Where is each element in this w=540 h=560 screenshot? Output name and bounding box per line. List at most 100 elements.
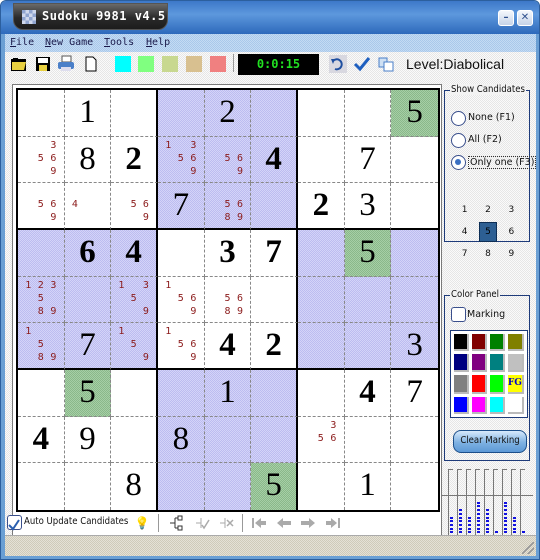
- next-icon[interactable]: [300, 515, 316, 531]
- sudoku-cell[interactable]: 569: [18, 183, 65, 230]
- highlight-red-button[interactable]: [210, 56, 226, 72]
- candidate-digit-6[interactable]: 6: [500, 221, 523, 243]
- sudoku-cell[interactable]: [204, 416, 252, 464]
- sudoku-cell[interactable]: 7: [391, 370, 438, 417]
- print-icon[interactable]: [57, 55, 75, 73]
- candidate-digit-5[interactable]: 5: [479, 222, 497, 242]
- candidate-digit-8[interactable]: 8: [476, 243, 499, 265]
- menu-file[interactable]: File: [10, 37, 34, 48]
- color-swatch[interactable]: [454, 334, 469, 352]
- sudoku-cell[interactable]: [298, 136, 345, 184]
- first-icon[interactable]: [251, 515, 267, 531]
- sudoku-cell[interactable]: 1569: [158, 276, 205, 324]
- sudoku-cell[interactable]: 356: [298, 416, 345, 464]
- color-swatch[interactable]: [454, 374, 469, 394]
- sudoku-cell[interactable]: [298, 323, 345, 370]
- sudoku-cell[interactable]: 1: [344, 463, 392, 510]
- sudoku-cell[interactable]: [298, 90, 345, 137]
- candidate-digit-4[interactable]: 4: [453, 221, 476, 243]
- sudoku-cell[interactable]: 6: [64, 230, 112, 277]
- color-swatch[interactable]: [471, 354, 487, 372]
- last-icon[interactable]: [325, 515, 341, 531]
- color-swatch[interactable]: [454, 396, 469, 414]
- auto-update-checkbox[interactable]: [7, 515, 22, 531]
- menu-new-game[interactable]: New Game: [45, 37, 93, 48]
- prev-icon[interactable]: [276, 515, 292, 531]
- sudoku-cell[interactable]: 7: [251, 230, 298, 277]
- sudoku-cell[interactable]: 8: [64, 136, 112, 184]
- sudoku-cell[interactable]: 3: [391, 323, 438, 370]
- save-disk-icon[interactable]: [34, 55, 52, 73]
- sudoku-cell[interactable]: [18, 463, 65, 510]
- check-icon[interactable]: [353, 55, 371, 73]
- copy-icon[interactable]: [377, 55, 395, 73]
- color-swatch[interactable]: [471, 374, 487, 394]
- color-swatch[interactable]: [471, 396, 487, 414]
- hint-bulb-icon[interactable]: 💡: [134, 515, 150, 531]
- sudoku-cell[interactable]: [18, 230, 65, 277]
- candidate-digit-3[interactable]: 3: [500, 199, 523, 221]
- highlight-olive-button[interactable]: [162, 56, 178, 72]
- sudoku-cell[interactable]: [64, 276, 112, 324]
- sudoku-cell[interactable]: 5689: [204, 276, 252, 324]
- sudoku-cell[interactable]: 7: [64, 323, 112, 370]
- menu-tools[interactable]: Tools: [104, 37, 134, 48]
- sudoku-cell[interactable]: [344, 276, 392, 324]
- sudoku-cell[interactable]: 159: [111, 323, 158, 370]
- color-swatch[interactable]: [471, 334, 487, 352]
- sudoku-cell[interactable]: 4: [111, 230, 158, 277]
- color-swatch[interactable]: [507, 396, 524, 414]
- sudoku-cell[interactable]: 8: [111, 463, 158, 510]
- candidate-digit-7[interactable]: 7: [453, 243, 476, 265]
- marking-checkbox[interactable]: [451, 307, 466, 322]
- sudoku-cell[interactable]: 3: [344, 183, 392, 230]
- sudoku-cell[interactable]: 1 356 9: [158, 136, 205, 184]
- sudoku-cell[interactable]: 2: [298, 183, 345, 230]
- sudoku-cell[interactable]: [298, 463, 345, 510]
- sudoku-cell[interactable]: [64, 463, 112, 510]
- sudoku-cell[interactable]: [298, 230, 345, 277]
- sudoku-cell[interactable]: [344, 90, 392, 137]
- sudoku-cell[interactable]: 5: [64, 370, 112, 417]
- tree-cross-icon[interactable]: [218, 515, 234, 531]
- sudoku-cell[interactable]: 1569: [158, 323, 205, 370]
- sudoku-cell[interactable]: 569: [204, 136, 252, 184]
- color-swatch[interactable]: [454, 354, 469, 372]
- sudoku-cell[interactable]: 4: [344, 370, 392, 417]
- tree-icon[interactable]: [168, 515, 184, 531]
- sudoku-cell[interactable]: [111, 370, 158, 417]
- sudoku-cell[interactable]: [344, 323, 392, 370]
- sudoku-cell[interactable]: [111, 416, 158, 464]
- open-folder-icon[interactable]: [10, 55, 28, 73]
- sudoku-cell[interactable]: [158, 370, 205, 417]
- clear-marking-button[interactable]: Clear Marking: [453, 430, 527, 453]
- color-swatch[interactable]: [489, 374, 505, 394]
- sudoku-cell[interactable]: [158, 230, 205, 277]
- sudoku-cell[interactable]: 4: [251, 136, 298, 184]
- sudoku-cell[interactable]: 5689: [204, 183, 252, 230]
- undo-icon[interactable]: [329, 55, 347, 73]
- sudoku-cell[interactable]: [391, 230, 438, 277]
- sudoku-cell[interactable]: [251, 416, 298, 464]
- candidate-digit-9[interactable]: 9: [500, 243, 523, 265]
- resize-grip-icon[interactable]: [522, 542, 534, 554]
- sudoku-cell[interactable]: [251, 276, 298, 324]
- title-bar[interactable]: Sudoku 9981 v4.5 – ✕: [1, 1, 539, 34]
- close-button[interactable]: ✕: [517, 10, 533, 26]
- sudoku-cell[interactable]: 2: [204, 90, 252, 137]
- sudoku-cell[interactable]: 9: [64, 416, 112, 464]
- color-swatch[interactable]: [507, 354, 524, 372]
- sudoku-cell[interactable]: 569: [111, 183, 158, 230]
- sudoku-cell[interactable]: 5: [344, 230, 392, 277]
- sudoku-cell[interactable]: 5: [391, 90, 438, 137]
- sudoku-cell[interactable]: [251, 183, 298, 230]
- sudoku-cell[interactable]: 2: [111, 136, 158, 184]
- foreground-color-swatch[interactable]: FG: [507, 374, 524, 394]
- sudoku-cell[interactable]: 1235 89: [18, 276, 65, 324]
- sudoku-cell[interactable]: 2: [251, 323, 298, 370]
- sudoku-cell[interactable]: [391, 463, 438, 510]
- sudoku-cell[interactable]: [344, 416, 392, 464]
- color-swatch[interactable]: [489, 396, 505, 414]
- highlight-tan-button[interactable]: [186, 56, 202, 72]
- sudoku-cell[interactable]: 8: [158, 416, 205, 464]
